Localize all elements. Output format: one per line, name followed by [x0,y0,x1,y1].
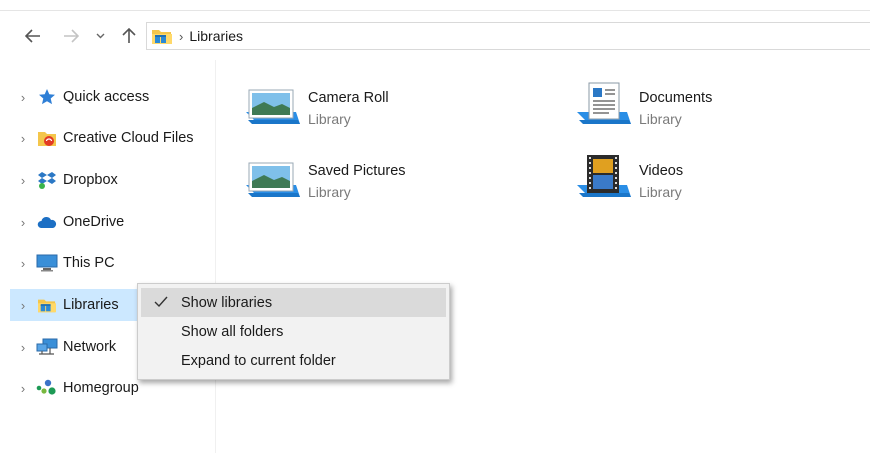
sidebar-item-label: Dropbox [63,172,118,188]
sidebar-item-creative-cloud-files[interactable]: › Creative Cloud Files [10,122,214,154]
expand-chevron-icon[interactable]: › [10,173,36,188]
menu-item-label: Show all folders [181,323,284,340]
pictures-library-icon [244,82,302,134]
expand-chevron-icon[interactable]: › [10,381,36,396]
forward-button[interactable] [60,24,82,48]
recent-locations-button[interactable] [92,24,108,48]
sidebar-item-label: Network [63,339,117,355]
library-name: Videos [639,163,684,179]
library-type: Library [308,111,351,127]
menu-item-show-all-folders[interactable]: Show all folders [141,317,446,346]
up-arrow-icon [122,28,136,43]
sidebar-item-label: Quick access [63,89,150,105]
library-camera-roll[interactable]: Camera Roll Library [244,82,544,142]
sidebar-item-label: Creative Cloud Files [63,130,194,146]
sidebar-item-onedrive[interactable]: › OneDrive [10,206,214,238]
sidebar-item-this-pc[interactable]: › This PC [10,247,214,279]
library-name: Documents [639,90,713,106]
pictures-library-icon [244,155,302,207]
expand-chevron-icon[interactable]: › [10,131,36,146]
library-type: Library [308,184,351,200]
homegroup-icon [36,377,58,399]
sidebar-item-quick-access[interactable]: › Quick access [10,81,214,113]
sidebar-item-label: Libraries [63,297,119,313]
expand-chevron-icon[interactable]: › [10,340,36,355]
creative-cloud-icon [36,127,58,149]
back-button[interactable] [22,24,44,48]
forward-arrow-icon [64,29,79,43]
pane-divider[interactable] [215,60,216,453]
libraries-folder-icon [36,294,58,316]
library-videos[interactable]: Videos Library [575,155,870,215]
menu-item-label: Expand to current folder [181,352,336,369]
expand-chevron-icon[interactable]: › [10,90,36,105]
menu-item-show-libraries[interactable]: Show libraries [141,288,446,317]
library-type: Library [639,111,682,127]
sidebar-item-label: Homegroup [63,380,139,396]
monitor-icon [36,252,58,274]
sidebar-item-label: This PC [63,255,115,271]
library-type: Library [639,184,682,200]
dropbox-icon [36,169,58,191]
navigation-pane-context-menu: Show libraries Show all folders Expand t… [137,283,450,380]
up-button[interactable] [118,24,140,48]
library-name: Camera Roll [308,90,389,106]
library-name: Saved Pictures [308,163,406,179]
star-icon [36,86,58,108]
expand-chevron-icon[interactable]: › [10,215,36,230]
breadcrumb-separator: › [179,28,184,44]
address-bar[interactable]: › Libraries [146,22,870,50]
cloud-icon [36,211,58,233]
breadcrumb-libraries[interactable]: Libraries [189,28,243,44]
chevron-down-icon [96,33,104,39]
sidebar-item-dropbox[interactable]: › Dropbox [10,164,214,196]
network-icon [36,336,58,358]
library-saved-pictures[interactable]: Saved Pictures Library [244,155,544,215]
documents-library-icon [575,82,633,134]
window-top-border [0,10,870,11]
videos-library-icon [575,155,633,207]
libraries-folder-icon [151,26,173,46]
library-documents[interactable]: Documents Library [575,82,870,142]
sidebar-item-label: OneDrive [63,214,125,230]
expand-chevron-icon[interactable]: › [10,298,36,313]
menu-item-expand-to-current-folder[interactable]: Expand to current folder [141,346,446,375]
checkmark-icon [141,294,181,311]
expand-chevron-icon[interactable]: › [10,256,36,271]
menu-item-label: Show libraries [181,294,273,311]
back-arrow-icon [25,29,40,43]
